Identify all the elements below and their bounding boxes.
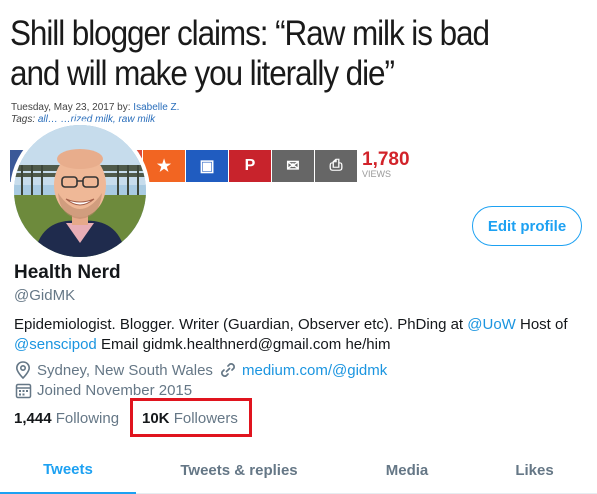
link-icon <box>219 361 237 379</box>
website-link[interactable]: medium.com/@gidmk <box>242 362 387 379</box>
bio-mention-uow[interactable]: @UoW <box>467 316 516 333</box>
banner-headline: Shill blogger claims: “Raw milk is bad a… <box>10 14 490 93</box>
profile-bio: Epidemiologist. Blogger. Writer (Guardia… <box>14 315 584 355</box>
views-label: VIEWS <box>362 169 392 179</box>
banner-tags-prefix: Tags: <box>11 114 38 125</box>
profile-name: Health Nerd <box>14 262 121 283</box>
tab-tweets-and-replies[interactable]: Tweets & replies <box>136 447 342 494</box>
location-row: Sydney, New South Wales <box>14 361 213 379</box>
location-pin-icon <box>14 361 32 379</box>
delicious-share-icon: ▣ <box>186 150 228 182</box>
joined-text: Joined November 2015 <box>37 381 193 399</box>
bio-text-1: Epidemiologist. Blogger. Writer (Guardia… <box>14 316 468 333</box>
following-stat[interactable]: 1,444 Following <box>14 410 119 427</box>
profile-handle: @GidMK <box>14 287 76 304</box>
print-share-icon: ⎙ <box>315 150 357 182</box>
tab-likes[interactable]: Likes <box>472 447 597 494</box>
avatar-photo <box>14 125 146 257</box>
joined-row: Joined November 2015 <box>14 381 192 399</box>
pinterest-share-icon: P <box>229 150 271 182</box>
banner-byline: Tuesday, May 23, 2017 by: Isabelle Z. <box>11 102 179 114</box>
calendar-icon <box>14 381 32 399</box>
star-share-icon: ★ <box>143 150 185 182</box>
following-count: 1,444 <box>14 410 52 427</box>
website-row: medium.com/@gidmk <box>219 361 387 379</box>
edit-profile-button[interactable]: Edit profile <box>472 206 582 246</box>
views-counter: 1,780 VIEWS <box>362 150 410 182</box>
avatar[interactable] <box>10 121 150 261</box>
banner-date: Tuesday, May 23, 2017 by: <box>11 102 134 113</box>
followers-highlight-box <box>130 398 252 437</box>
following-label: Following <box>51 410 120 427</box>
email-share-icon: ✉ <box>272 150 314 182</box>
tab-media[interactable]: Media <box>342 447 472 494</box>
bio-text-3: Email gidmk.healthnerd@gmail.com he/him <box>96 336 391 353</box>
profile-tabs: Tweets Tweets & replies Media Likes <box>0 447 597 494</box>
tab-tweets[interactable]: Tweets <box>0 447 136 494</box>
views-count: 1,780 <box>362 149 410 170</box>
bio-mention-senscipod[interactable]: @senscipod <box>14 336 97 353</box>
banner-author: Isabelle Z. <box>133 102 180 113</box>
bio-text-2: Host of <box>515 316 568 333</box>
location-text: Sydney, New South Wales <box>37 361 213 379</box>
